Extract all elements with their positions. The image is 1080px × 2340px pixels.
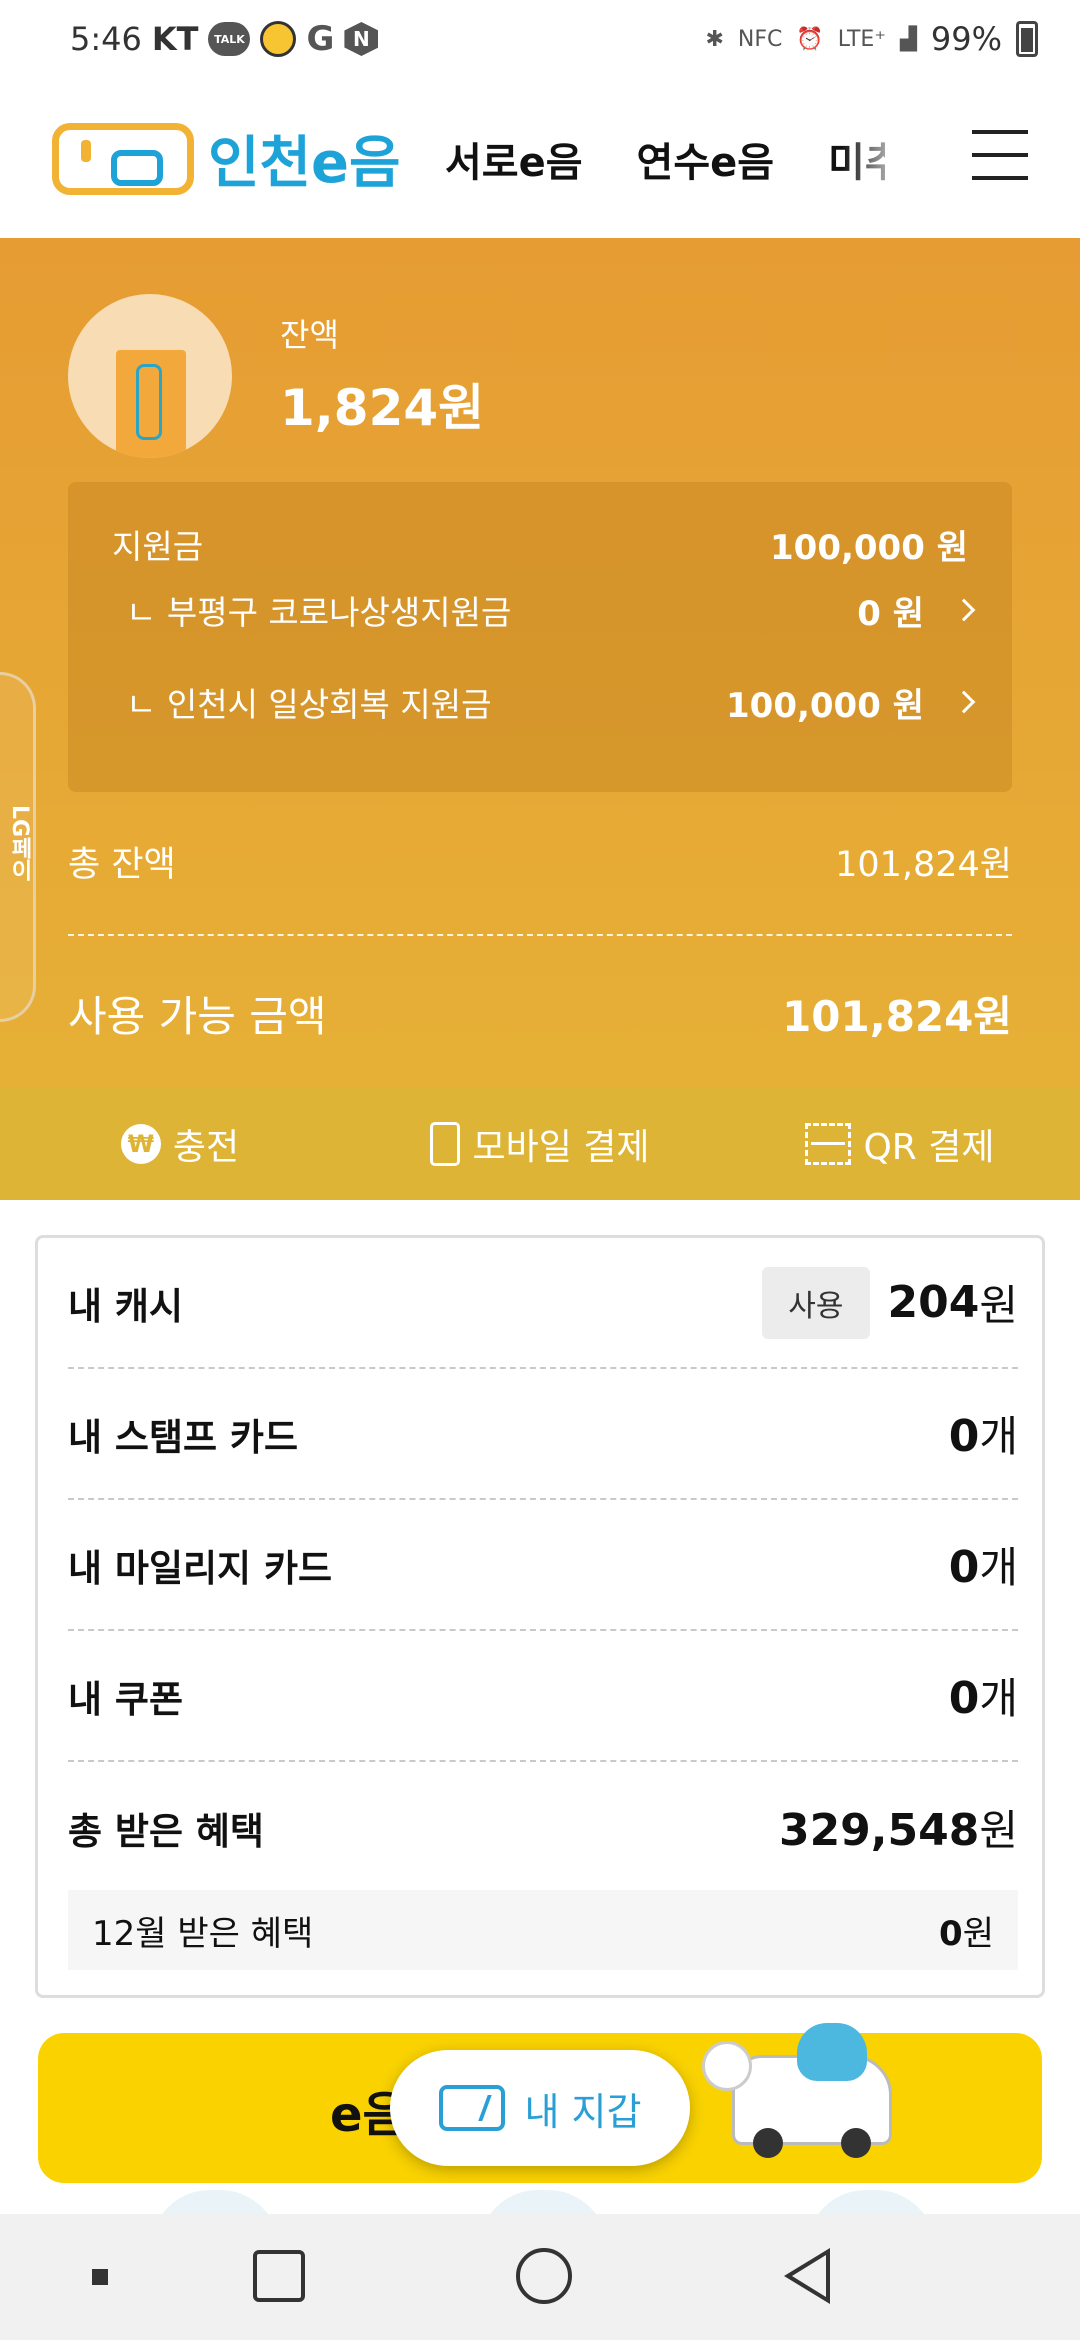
nav-item-yeonsu[interactable]: 연수e음: [637, 130, 775, 188]
notification-face-icon: [260, 21, 297, 57]
card-avatar: [68, 294, 232, 458]
coupon-unit: 개: [979, 1674, 1018, 1723]
app-logo[interactable]: 인천e음: [52, 118, 401, 199]
support-box: 지원금 100,000 원 ㄴ 부평구 코로나상생지원금 0 원 ㄴ 인천시 일…: [68, 482, 1012, 792]
my-cash-row[interactable]: 내 캐시 사용 204 원: [68, 1238, 1018, 1369]
available-value: 101,824원: [782, 992, 1012, 1041]
available-label: 사용 가능 금액: [68, 992, 327, 1041]
coupon-row[interactable]: 내 쿠폰 0개: [68, 1631, 1018, 1762]
charge-button[interactable]: ₩ 충전: [0, 1088, 360, 1200]
qr-pay-button[interactable]: QR 결제: [720, 1088, 1080, 1200]
monthly-benefit-label: 12월 받은 혜택: [92, 1913, 314, 1954]
side-tab-label: LG페이: [7, 805, 32, 882]
won-icon: ₩: [120, 1124, 161, 1164]
status-time: 5:46: [70, 20, 142, 58]
stamp-card-label: 내 스탬프 카드: [68, 1415, 299, 1459]
support-item-amount: 0 원: [857, 594, 924, 634]
support-item-label: ㄴ 인천시 일상회복 지원금: [126, 685, 492, 724]
divider: [68, 934, 1012, 936]
use-cash-button[interactable]: 사용: [762, 1266, 870, 1339]
balance-value: 1,824원: [280, 379, 485, 437]
support-total: 100,000 원: [770, 528, 968, 568]
card-icon: [116, 350, 186, 458]
bluetooth-icon: ✱: [705, 26, 724, 52]
mileage-card-unit: 개: [979, 1543, 1018, 1592]
alarm-icon: ⏰: [796, 26, 824, 52]
battery-icon: [1016, 21, 1038, 57]
coupon-label: 내 쿠폰: [68, 1677, 184, 1721]
naver-icon: N: [344, 22, 379, 56]
total-balance-label: 총 잔액: [68, 845, 176, 885]
available-row: 사용 가능 금액 101,824원: [68, 983, 1012, 1044]
balance-panel: 잔액 1,824원 지원금 100,000 원 ㄴ 부평구 코로나상생지원금 0…: [0, 238, 1080, 1088]
monthly-benefit-unit: 원: [962, 1913, 994, 1954]
home-icon[interactable]: [516, 2248, 572, 2304]
my-cash-value: 204: [887, 1277, 980, 1328]
stamp-card-row[interactable]: 내 스탬프 카드 0개: [68, 1369, 1018, 1500]
my-wallet-button[interactable]: 내 지갑: [390, 2050, 690, 2166]
mobile-pay-button[interactable]: 모바일 결제: [360, 1088, 720, 1200]
total-balance-value: 101,824원: [835, 845, 1012, 885]
battery-percent: 99%: [930, 20, 1002, 58]
logo-text: 인천e음: [208, 131, 401, 196]
balance-label: 잔액: [280, 316, 339, 354]
my-cash-label: 내 캐시: [68, 1284, 184, 1328]
lg-pay-side-tab[interactable]: LG페이: [0, 672, 36, 1022]
my-wallet-label: 내 지갑: [524, 2089, 642, 2134]
menu-icon[interactable]: [972, 130, 1028, 180]
app-header: 인천e음 서로e음 연수e음 미추: [0, 78, 1080, 238]
stamp-card-value: 0: [948, 1411, 980, 1462]
region-nav: 서로e음 연수e음 미추: [445, 130, 885, 188]
back-icon[interactable]: [784, 2248, 830, 2304]
status-carrier: KT: [151, 20, 199, 58]
logo-mark-icon: [52, 122, 194, 195]
qr-pay-label: QR 결제: [863, 1127, 995, 1168]
mileage-card-row[interactable]: 내 마일리지 카드 0개: [68, 1500, 1018, 1631]
monthly-benefit-row: 12월 받은 혜택 0원: [68, 1890, 1018, 1970]
total-benefit-row: 총 받은 혜택 329,548원: [68, 1762, 1018, 1893]
mileage-card-value: 0: [948, 1542, 980, 1593]
total-benefit-unit: 원: [979, 1806, 1018, 1855]
support-item-incheon[interactable]: ㄴ 인천시 일상회복 지원금 100,000 원: [68, 674, 1012, 726]
stamp-card-unit: 개: [979, 1412, 1018, 1461]
support-item-amount: 100,000 원: [726, 686, 924, 726]
nfc-icon: NFC: [737, 26, 783, 52]
nav-fade: [842, 118, 912, 198]
lte-icon: LTE⁺: [837, 26, 886, 52]
charge-label: 충전: [172, 1127, 240, 1168]
status-bar: 5:46 KT TALK G N ✱ NFC ⏰ LTE⁺ ▟ 99%: [0, 0, 1080, 78]
my-cash-unit: 원: [979, 1281, 1018, 1330]
nav-item-seoro[interactable]: 서로e음: [445, 130, 583, 188]
support-item-label: ㄴ 부평구 코로나상생지원금: [126, 593, 512, 632]
recents-icon[interactable]: [253, 2250, 305, 2302]
google-icon: G: [306, 19, 335, 59]
support-title: 지원금: [112, 527, 204, 566]
total-benefit-value: 329,548: [778, 1805, 980, 1856]
total-balance-row: 총 잔액 101,824원: [68, 836, 1012, 887]
coupon-value: 0: [948, 1673, 980, 1724]
qr-scan-icon: [805, 1123, 852, 1165]
monthly-benefit-value: 0: [939, 1913, 963, 1954]
nav-dot-icon[interactable]: [92, 2269, 108, 2285]
support-item-bupyeong[interactable]: ㄴ 부평구 코로나상생지원금 0 원: [68, 582, 1012, 634]
chevron-right-icon: [952, 598, 976, 622]
phone-icon: [430, 1122, 461, 1166]
kakaotalk-icon: TALK: [208, 22, 251, 56]
mobile-pay-label: 모바일 결제: [472, 1127, 650, 1168]
signal-icon: ▟: [899, 26, 917, 52]
system-nav-bar: [0, 2214, 1080, 2340]
mascot-face-icon: [702, 2041, 752, 2091]
mascot-icon: [797, 2023, 867, 2081]
total-benefit-label: 총 받은 혜택: [68, 1809, 264, 1853]
action-bar: ₩ 충전 모바일 결제 QR 결제: [0, 1088, 1080, 1200]
chevron-right-icon: [952, 690, 976, 714]
wallet-icon: [438, 2085, 505, 2131]
mileage-card-label: 내 마일리지 카드: [68, 1546, 333, 1590]
benefits-box: 내 캐시 사용 204 원 내 스탬프 카드 0개 내 마일리지 카드 0개 내 …: [35, 1235, 1045, 1998]
